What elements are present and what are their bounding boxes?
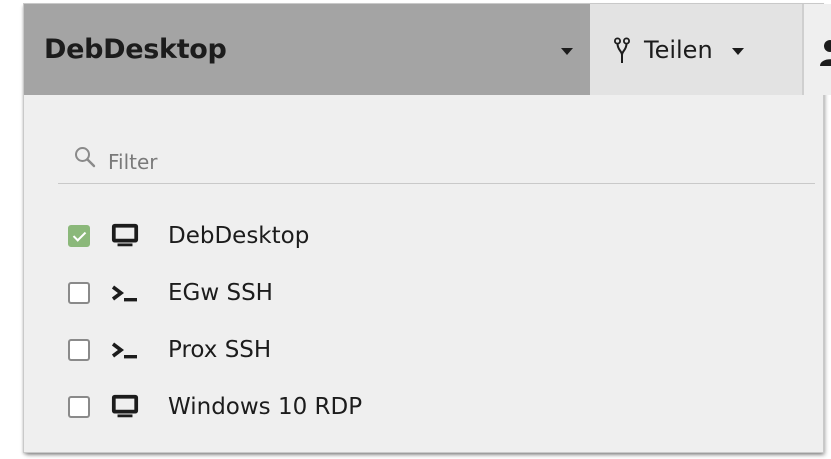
connection-item[interactable]: DebDesktop [68,207,808,264]
connection-name: Windows 10 RDP [168,393,363,420]
connection-checkbox[interactable] [68,281,90,304]
connection-item[interactable]: EGw SSH [68,264,808,321]
connection-item[interactable]: Prox SSH [68,321,808,378]
caret-down-icon [731,48,744,55]
filter-bar [58,136,815,184]
connection-checkbox[interactable] [68,338,90,361]
share-branch-icon [614,37,630,63]
connection-checkbox[interactable] [68,224,90,247]
connection-item[interactable]: Windows 10 RDP [68,378,808,435]
terminal-icon [110,278,140,308]
terminal-icon [110,335,140,365]
user-icon [820,40,831,66]
top-bar: DebDesktop Teilen [24,4,831,95]
filter-input[interactable] [108,149,708,174]
connection-name: Prox SSH [168,336,272,363]
connection-name: DebDesktop [168,222,310,249]
user-menu-button[interactable] [802,4,831,95]
search-icon [75,146,96,167]
share-menu-button[interactable]: Teilen [590,4,802,95]
share-label: Teilen [644,35,713,64]
desktop-icon [110,221,140,251]
screenshot-root: DebDesktop Teilen DebDesktopEGw SSHProx [0,0,831,459]
connection-title: DebDesktop [44,34,227,65]
connection-menu-button[interactable]: DebDesktop [24,4,590,95]
connection-list: DebDesktop EGw SSH Prox SSH Windows 10 RDP [68,207,808,435]
desktop-icon [110,392,140,422]
caret-down-icon [561,48,573,55]
connection-name: EGw SSH [168,279,273,306]
connection-checkbox[interactable] [68,395,90,418]
